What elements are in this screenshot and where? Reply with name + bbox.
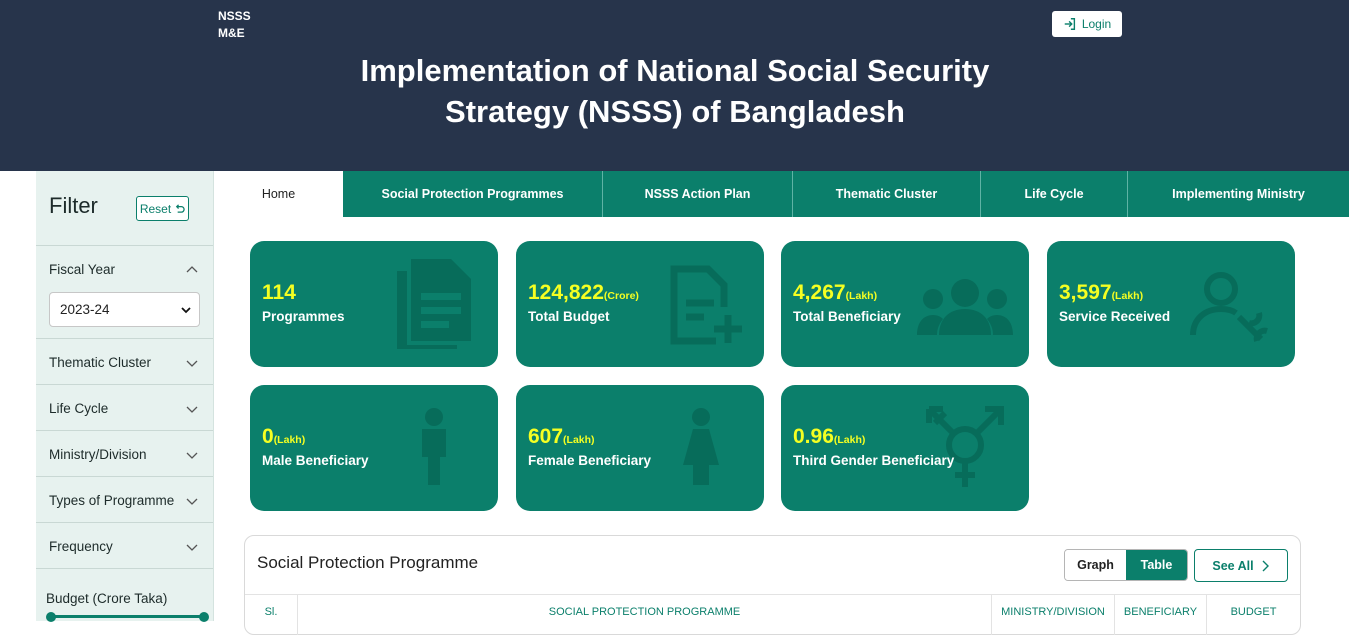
- fiscal-year-label: Fiscal Year: [49, 262, 116, 277]
- chevron-down-icon: [186, 498, 198, 505]
- main-tabs: Home Social Protection Programmes NSSS A…: [214, 171, 1349, 217]
- filter-header: Filter Reset: [36, 171, 213, 246]
- filter-types-of-programme[interactable]: Types of Programme: [36, 477, 213, 523]
- stat-value: 114: [262, 281, 296, 304]
- stat-value: 3,597(Lakh): [1059, 281, 1144, 304]
- stat-label: Male Beneficiary: [262, 453, 369, 468]
- social-protection-programme-panel: Social Protection Programme Graph Table …: [244, 535, 1301, 635]
- login-label: Login: [1081, 17, 1112, 31]
- fiscal-year-select[interactable]: 2023-24: [49, 292, 200, 327]
- stat-label: Total Beneficiary: [793, 309, 901, 324]
- chevron-down-icon: [186, 544, 198, 551]
- page-title-line-1: Implementation of National Social Securi…: [360, 53, 990, 88]
- filter-thematic-cluster[interactable]: Thematic Cluster: [36, 339, 213, 385]
- fiscal-year-value: 2023-24: [60, 302, 110, 317]
- brand-logo-text[interactable]: NSSS M&E: [218, 8, 251, 42]
- column-header-budget[interactable]: BUDGET: [1207, 595, 1300, 635]
- graph-view-button[interactable]: Graph: [1065, 550, 1126, 580]
- undo-icon: [176, 204, 185, 213]
- filter-frequency[interactable]: Frequency: [36, 523, 213, 569]
- login-button[interactable]: Login: [1052, 11, 1122, 37]
- page-title-line-2: Strategy (NSSS) of Bangladesh: [445, 94, 905, 129]
- tab-implementing-ministry[interactable]: Implementing Ministry: [1128, 171, 1349, 217]
- filter-item-label: Life Cycle: [49, 401, 109, 416]
- tab-nsss-action-plan[interactable]: NSSS Action Plan: [603, 171, 793, 217]
- see-all-label: See All: [1212, 558, 1254, 573]
- programme-table-header: Sl. SOCIAL PROTECTION PROGRAMME MINISTRY…: [245, 594, 1300, 635]
- chevron-up-icon[interactable]: [185, 263, 199, 277]
- budget-label: Budget (Crore Taka): [46, 591, 168, 606]
- chevron-down-icon: [186, 360, 198, 367]
- chevron-down-icon: [186, 406, 198, 413]
- reset-button[interactable]: Reset: [136, 196, 189, 221]
- tab-life-cycle[interactable]: Life Cycle: [981, 171, 1128, 217]
- stat-value: 607(Lakh): [528, 425, 595, 448]
- filter-ministry-division[interactable]: Ministry/Division: [36, 431, 213, 477]
- document-add-icon: [670, 265, 742, 345]
- column-header-beneficiary[interactable]: BENEFICIARY: [1115, 595, 1207, 635]
- stat-card-female-beneficiary[interactable]: 607(Lakh) Female Beneficiary: [516, 385, 764, 511]
- tab-thematic-cluster[interactable]: Thematic Cluster: [793, 171, 981, 217]
- stat-label: Third Gender Beneficiary: [793, 453, 955, 468]
- reset-label: Reset: [139, 201, 172, 216]
- stat-label: Programmes: [262, 309, 345, 324]
- see-all-button[interactable]: See All: [1194, 549, 1288, 582]
- stat-card-male-beneficiary[interactable]: 0(Lakh) Male Beneficiary: [250, 385, 498, 511]
- login-icon: [1064, 18, 1075, 30]
- column-header-sl[interactable]: Sl.: [245, 595, 298, 635]
- tab-home[interactable]: Home: [214, 171, 343, 217]
- stat-card-third-gender-beneficiary[interactable]: 0.96(Lakh) Third Gender Beneficiary: [781, 385, 1029, 511]
- chevron-right-icon: [1262, 560, 1269, 571]
- transgender-icon: [926, 406, 1004, 487]
- stat-value: 0.96(Lakh): [793, 425, 866, 448]
- stat-label: Total Budget: [528, 309, 610, 324]
- user-wrench-icon: [1190, 272, 1268, 342]
- stat-label: Female Beneficiary: [528, 453, 652, 468]
- brand-line-1: NSSS: [218, 9, 251, 23]
- filter-item-label: Thematic Cluster: [49, 355, 152, 370]
- female-icon: [683, 408, 719, 485]
- budget-slider-track[interactable]: [50, 615, 206, 618]
- document-icon: [397, 259, 471, 349]
- column-header-programme[interactable]: SOCIAL PROTECTION PROGRAMME: [298, 595, 992, 635]
- filter-title: Filter: [49, 193, 98, 218]
- male-icon: [422, 408, 446, 485]
- filter-item-label: Frequency: [49, 539, 113, 554]
- panel-title: Social Protection Programme: [257, 553, 479, 572]
- stat-card-total-beneficiary[interactable]: 4,267(Lakh) Total Beneficiary: [781, 241, 1029, 367]
- view-toggle: Graph Table: [1064, 549, 1188, 581]
- stat-card-service-received[interactable]: 3,597(Lakh) Service Received: [1047, 241, 1295, 367]
- chevron-down-icon: [181, 307, 191, 314]
- column-header-ministry[interactable]: MINISTRY/DIVISION: [992, 595, 1115, 635]
- stat-value: 0(Lakh): [262, 425, 306, 448]
- tab-social-protection-programmes[interactable]: Social Protection Programmes: [343, 171, 603, 217]
- stat-value: 124,822(Crore): [528, 281, 639, 304]
- chevron-down-icon: [186, 452, 198, 459]
- stat-label: Service Received: [1059, 309, 1171, 324]
- site-header: NSSS M&E Login Implementation of Nationa…: [0, 0, 1349, 171]
- filter-sidebar: Filter Reset Fiscal Year 2023-24 Themati…: [36, 171, 214, 622]
- stat-card-programmes[interactable]: 114 Programmes: [250, 241, 498, 367]
- table-view-button[interactable]: Table: [1126, 550, 1187, 580]
- brand-line-2: M&E: [218, 26, 245, 40]
- stat-value: 4,267(Lakh): [793, 281, 878, 304]
- fiscal-year-section: Fiscal Year 2023-24: [36, 246, 213, 339]
- stat-card-total-budget[interactable]: 124,822(Crore) Total Budget: [516, 241, 764, 367]
- page-title: Implementation of National Social Securi…: [300, 50, 1050, 132]
- filter-life-cycle[interactable]: Life Cycle: [36, 385, 213, 431]
- people-group-icon: [917, 279, 1013, 335]
- filter-item-label: Types of Programme: [49, 493, 175, 508]
- filter-item-label: Ministry/Division: [49, 447, 147, 462]
